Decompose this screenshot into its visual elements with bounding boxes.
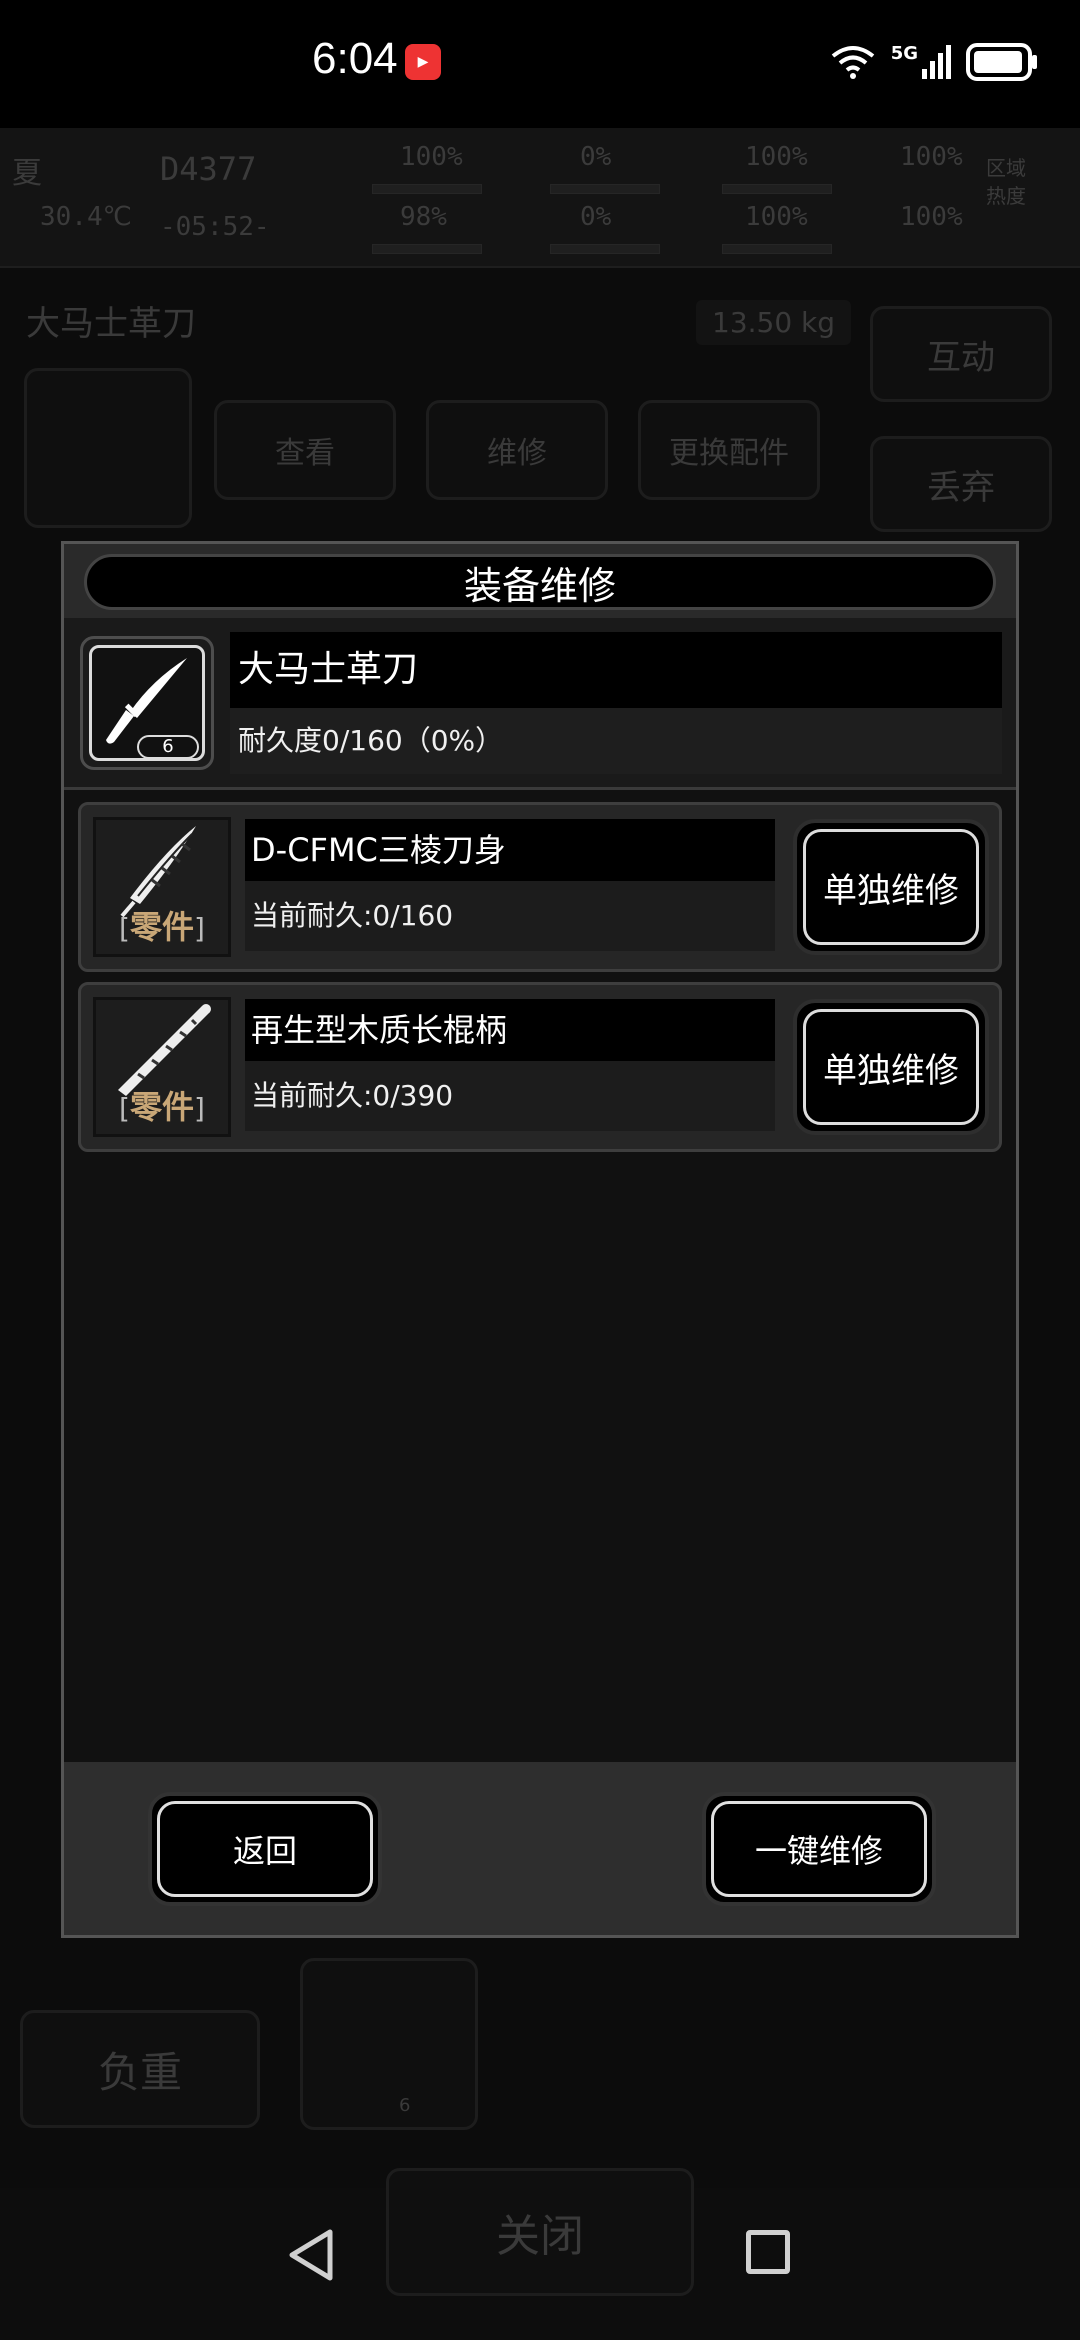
hud-bar: 夏 30.4℃ D4377 -05:52- 100% 0% 100% 100% … — [0, 128, 1080, 268]
dialog-title: 装备维修 — [84, 554, 996, 610]
part-tag: 零件 — [129, 908, 194, 946]
stat-health: 100% — [400, 142, 463, 172]
stat-stomach: 100% — [745, 142, 808, 172]
part-slot: [零件] — [93, 997, 231, 1137]
season-label: 夏 — [12, 156, 42, 191]
app-notification-icon: ▶ — [405, 44, 441, 80]
stamina-bar — [372, 244, 482, 254]
equipment-summary: 6 大马士革刀 耐久度0/160（0%） — [64, 618, 1016, 790]
part-name: 再生型木质长棍柄 — [245, 999, 775, 1061]
stat-water: 0% — [580, 202, 612, 232]
stat-bleed: 0% — [580, 142, 612, 172]
bg-close-button: 关闭 — [386, 2168, 694, 2296]
bg-load-button: 负重 — [20, 2010, 260, 2128]
bg-interact-button: 互动 — [870, 306, 1052, 402]
repair-part-button[interactable]: 单独维修 — [793, 819, 989, 955]
repair-dialog: 装备维修 6 大马士革刀 耐久度0/160（0%） [零件] D-CFMC三棱刀… — [61, 541, 1019, 1938]
dialog-header: 装备维修 — [64, 544, 1016, 618]
status-icons: 5G — [829, 40, 1040, 84]
back-button-label[interactable]: 返回 — [157, 1801, 373, 1897]
part-row: [零件] 再生型木质长棍柄 当前耐久:0/390 单独维修 — [78, 982, 1002, 1152]
back-nav-icon[interactable] — [286, 2228, 336, 2282]
stat-zone: 100% — [900, 142, 963, 172]
network-label: 5G — [890, 42, 918, 64]
bg-item-weight: 13.50 kg — [696, 300, 852, 345]
bg-discard-button: 丢弃 — [870, 436, 1052, 532]
game-clock: -05:52- — [160, 212, 270, 242]
repair-part-label[interactable]: 单独维修 — [803, 1009, 979, 1125]
health-bar — [372, 184, 482, 194]
mood-bar — [722, 244, 832, 254]
back-button[interactable]: 返回 — [148, 1792, 382, 1906]
part-name: D-CFMC三棱刀身 — [245, 819, 775, 881]
part-row: [零件] D-CFMC三棱刀身 当前耐久:0/160 单独维修 — [78, 802, 1002, 972]
stat-energy: 100% — [900, 202, 963, 232]
bg-equipped-slot: 6 — [300, 1958, 478, 2130]
stat-mood: 100% — [745, 202, 808, 232]
dialog-footer: 返回 一键维修 — [64, 1762, 1016, 1935]
equipment-name: 大马士革刀 — [230, 632, 1002, 708]
status-time: 6:04 — [312, 34, 398, 83]
bleed-bar — [550, 184, 660, 194]
repair-part-label[interactable]: 单独维修 — [803, 829, 979, 945]
wifi-icon — [831, 46, 874, 79]
bg-item-slot — [24, 368, 192, 528]
bg-repair-button: 维修 — [426, 400, 608, 500]
part-durability: 当前耐久:0/160 — [245, 881, 775, 951]
bg-swap-parts-button: 更换配件 — [638, 400, 820, 500]
equipment-durability: 耐久度0/160（0%） — [230, 708, 1002, 774]
battery-icon — [966, 43, 1037, 81]
repair-all-button[interactable]: 一键维修 — [702, 1792, 936, 1906]
status-bar: 6:04 ▶ 5G — [0, 0, 1080, 128]
repair-all-button-label[interactable]: 一键维修 — [711, 1801, 927, 1897]
equipment-slot: 6 — [80, 636, 214, 770]
stomach-bar — [722, 184, 832, 194]
part-tag: 零件 — [129, 1088, 194, 1126]
equipment-level-badge: 6 — [137, 735, 199, 759]
water-bar — [550, 244, 660, 254]
part-slot: [零件] — [93, 817, 231, 957]
recent-apps-icon[interactable] — [746, 2230, 790, 2274]
temperature-readout: 30.4℃ — [40, 202, 132, 232]
day-counter: D4377 — [160, 150, 257, 188]
stat-stamina: 98% — [400, 202, 447, 232]
signal-icon — [922, 45, 951, 79]
zone-heat-label-2: 热度 — [986, 184, 1026, 208]
bg-view-button: 查看 — [214, 400, 396, 500]
zone-heat-label-1: 区域 — [986, 156, 1026, 180]
bg-item-title: 大马士革刀 — [26, 304, 196, 344]
part-durability: 当前耐久:0/390 — [245, 1061, 775, 1131]
repair-part-button[interactable]: 单独维修 — [793, 999, 989, 1135]
